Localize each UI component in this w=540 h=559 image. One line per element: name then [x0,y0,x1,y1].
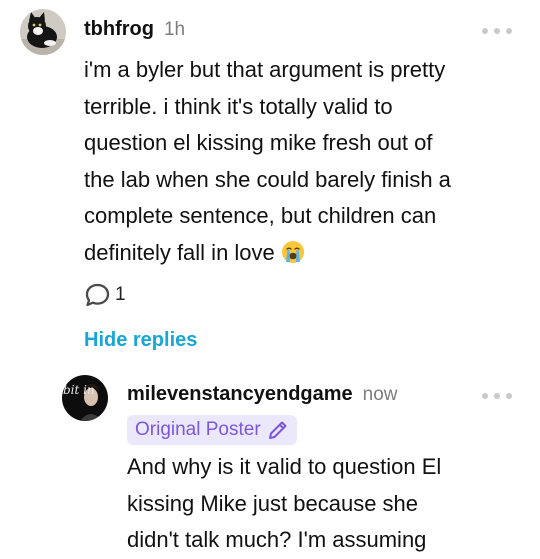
speech-bubble-icon [85,283,110,307]
comment-line: And why is it valid to question El [127,454,442,479]
comment-line: definitely fall in love [84,239,275,265]
comment-milevenstancyendgame: bit in milevenstancyendgame now Original… [0,360,540,552]
comment-line: kissing Mike just because she [127,490,419,516]
comment-line-last: definitely fall in love [84,235,524,272]
badge-label: Original Poster [135,419,261,440]
reply-count-button[interactable]: 1 [84,282,126,308]
avatar-text: bit in [63,383,95,397]
reply-count: 1 [115,284,126,305]
comment-line: the lab when she could barely finish a [84,166,451,192]
comment-body: i'm a byler but that argument is pretty … [84,52,524,271]
more-options-icon[interactable] [482,390,512,402]
comment-tbhfrog: tbhfrog 1h i'm a byler but that argument… [0,0,540,360]
avatar[interactable]: bit in [62,375,108,421]
username[interactable]: milevenstancyendgame [127,383,353,406]
user-avatar-image: bit in [62,375,108,421]
timestamp: now [362,384,398,405]
pencil-icon [268,421,287,439]
avatar[interactable] [20,9,66,55]
loudly-crying-face-icon [281,240,304,263]
comment-header: tbhfrog 1h [84,18,185,41]
comment-header: milevenstancyendgame now [127,383,398,406]
original-poster-badge: Original Poster [127,415,297,445]
comment-line: didn't talk much? I'm assuming [127,527,427,552]
cat-avatar-image [20,9,66,55]
username[interactable]: tbhfrog [84,18,154,41]
comment-body: And why is it valid to question El kissi… [127,449,527,559]
hide-replies-link[interactable]: Hide replies [84,329,197,352]
comment-line: question el kissing mike fresh out of [84,130,433,155]
more-options-icon[interactable] [482,25,512,37]
timestamp: 1h [163,19,186,40]
comment-line: i'm a byler but that argument is pretty [84,57,446,82]
comment-line: terrible. i think it's totally valid to [84,93,393,119]
comment-line: complete sentence, but children can [84,203,437,228]
